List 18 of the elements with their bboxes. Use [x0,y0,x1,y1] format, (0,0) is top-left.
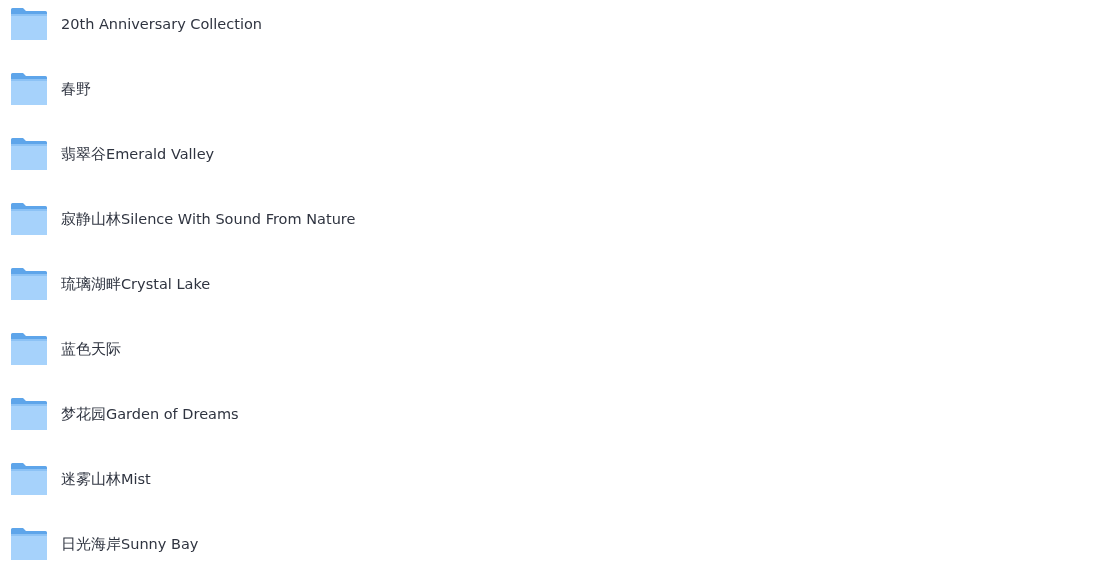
folder-name[interactable]: 春野 [61,79,91,99]
folder-icon[interactable] [11,203,47,235]
folder-icon[interactable] [11,8,47,40]
folder-icon[interactable] [11,138,47,170]
folder-name[interactable]: 梦花园Garden of Dreams [61,404,239,424]
folder-name[interactable]: 蓝色天际 [61,339,121,359]
folder-name[interactable]: 寂静山林Silence With Sound From Nature [61,209,356,229]
folder-icon[interactable] [11,73,47,105]
folder-icon[interactable] [11,333,47,365]
folder-icon[interactable] [11,398,47,430]
folder-name[interactable]: 20th Anniversary Collection [61,16,263,32]
folder-name[interactable]: 翡翠谷Emerald Valley [61,144,215,164]
folder-icon[interactable] [11,528,47,560]
folder-icon[interactable] [11,268,47,300]
folder-icon[interactable] [11,463,47,495]
folder-name[interactable]: 迷雾山林Mist [61,469,151,489]
folder-name[interactable]: 日光海岸Sunny Bay [61,534,199,554]
folder-name[interactable]: 琉璃湖畔Crystal Lake [61,274,211,294]
